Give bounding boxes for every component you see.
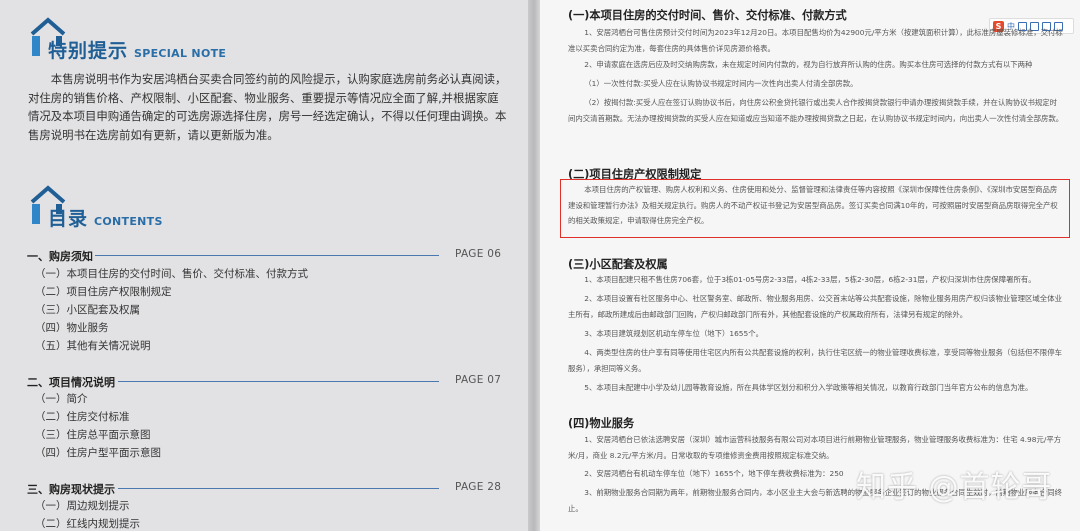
toc-page-number: PAGE 28 xyxy=(455,481,502,493)
toc-divider xyxy=(118,488,439,489)
notice-body: 本售房说明书作为安居鸿栖台买卖合同签约前的风险提示，认购家庭选房前务必认真阅读，… xyxy=(28,72,507,142)
section-heading: (一)本项目住房的交付时间、售价、交付标准、付款方式 xyxy=(568,9,847,22)
toc-item[interactable]: （四）物业服务 xyxy=(35,320,109,335)
section-heading: (四)物业服务 xyxy=(568,417,635,430)
toc-item[interactable]: （二）红线内规划提示 xyxy=(35,516,140,531)
contents-title-en: CONTENTS xyxy=(94,215,163,228)
toc-page-number: PAGE 06 xyxy=(455,248,502,260)
highlight-box xyxy=(560,179,1070,238)
page-gutter xyxy=(528,0,540,531)
paragraph: （1）一次性付款:买受人应在认购协议书规定时间内一次性向出卖人付清全部房款。 xyxy=(584,79,858,88)
notice-title-en: SPECIAL NOTE xyxy=(134,47,227,60)
section-heading: (三)小区配套及权属 xyxy=(568,258,668,271)
paragraph: 3、本项目建筑规划区机动车停车位（地下）1655个。 xyxy=(584,329,763,338)
contents-title-text: 目录 xyxy=(48,208,89,230)
toc-item[interactable]: （一）周边规划提示 xyxy=(35,498,130,513)
toc-item[interactable]: （二）住房交付标准 xyxy=(35,409,130,424)
paragraph: （2）按揭付款:买受人应在签订认购协议书后，向住房公积金贷托银行或出卖人合作按揭… xyxy=(568,98,1064,123)
paragraph: 4、两类型住房的住户享有同等使用住宅区内所有公共配套设施的权利，执行住宅区统一的… xyxy=(568,348,1062,373)
toc-item[interactable]: （三）住房总平面示意图 xyxy=(35,427,151,442)
paragraph: 1、本项目配建只租不售住房706套，位于3栋01-05号房2-33层，4栋2-3… xyxy=(584,275,1036,284)
paragraph: 2、申请家庭在选房后应及时交纳购房款，未在规定时间内付款的，视为自行放弃所认购的… xyxy=(584,60,1033,69)
toc-item[interactable]: （五）其他有关情况说明 xyxy=(35,338,151,353)
left-page: 特别提示 SPECIAL NOTE 本售房说明书作为安居鸿栖台买卖合同签约前的风险… xyxy=(0,0,528,531)
toc-section-heading[interactable]: 一、购房须知 xyxy=(27,248,93,264)
toc-section-heading[interactable]: 三、购房现状提示 xyxy=(27,481,115,497)
right-page: S 中 (一)本项目住房的交付时间、售价、交付标准、付款方式 1、安居鸿栖台可售… xyxy=(540,0,1080,531)
paragraph: 5、本项目未配建中小学及幼儿园等教育设施，所在具体学区划分和积分入学政策等相关情… xyxy=(584,383,1033,392)
toc-item[interactable]: （一）本项目住房的交付时间、售价、交付标准、付款方式 xyxy=(35,266,308,281)
toc-section-heading[interactable]: 二、项目情况说明 xyxy=(27,374,115,390)
toc-divider xyxy=(95,255,439,256)
toc-divider xyxy=(118,381,439,382)
paragraph: 2、本项目设置有社区服务中心、社区警务室、邮政所、物业服务用房、公交首末站等公共… xyxy=(568,294,1062,319)
toc-item[interactable]: （三）小区配套及权属 xyxy=(35,302,140,317)
contents-title: 目录 CONTENTS xyxy=(48,204,163,231)
paragraph: 1、安居鸿栖台可售住房预计交付时间为2023年12月20日。本项目配售均价为42… xyxy=(568,28,1063,53)
notice-title-text: 特别提示 xyxy=(48,40,129,62)
toc-item[interactable]: （四）住房户型平面示意图 xyxy=(35,445,161,460)
toc-page-number: PAGE 07 xyxy=(455,374,502,386)
toc-item[interactable]: （一）简介 xyxy=(35,391,88,406)
toc-item[interactable]: （二）项目住房产权限制规定 xyxy=(35,284,172,299)
notice-title: 特别提示 SPECIAL NOTE xyxy=(48,36,226,63)
paragraph: 1、安居鸿栖台已依法选聘安居（深圳）城市运营科技服务有限公司对本项目进行前期物业… xyxy=(568,435,1062,460)
zhihu-watermark: 知乎 @首轮哥 xyxy=(856,470,1053,505)
